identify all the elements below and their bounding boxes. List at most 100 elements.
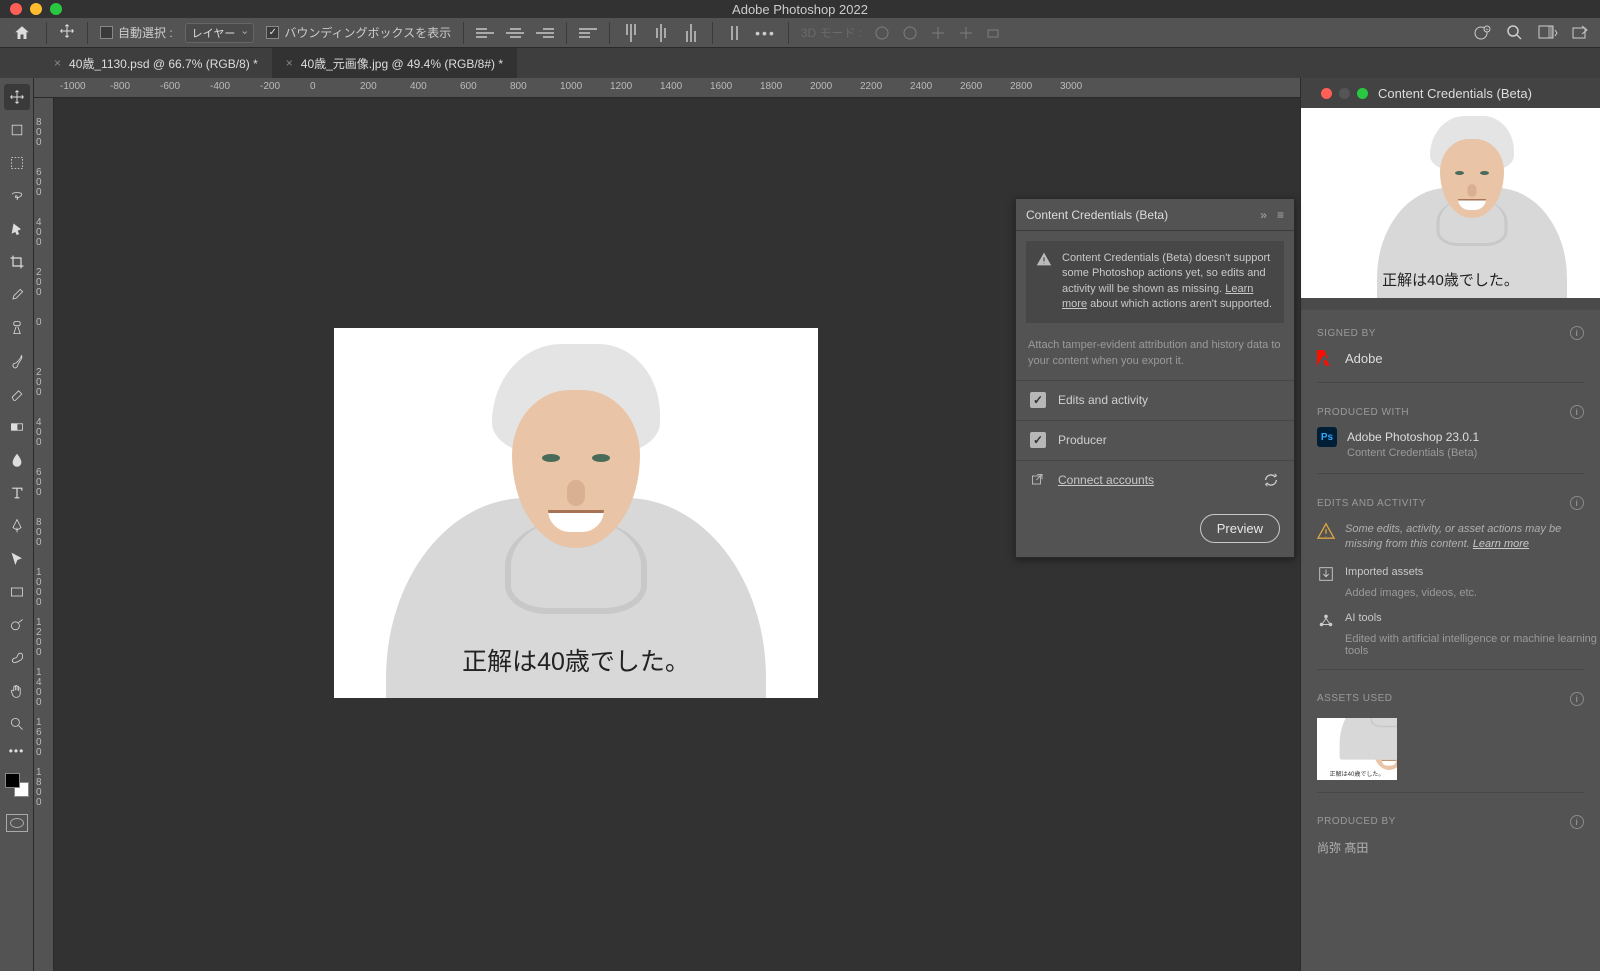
- layer-select[interactable]: レイヤー: [185, 23, 255, 43]
- signed-by-row: Adobe: [1301, 346, 1600, 376]
- distribute-bottom-icon[interactable]: [682, 24, 700, 42]
- checkbox-icon[interactable]: [100, 26, 113, 39]
- checkbox-checked-icon[interactable]: [1030, 392, 1046, 408]
- bounding-box-checkbox[interactable]: バウンディングボックスを表示: [266, 24, 451, 41]
- workspace-switcher-icon[interactable]: [1538, 25, 1558, 41]
- distribute-vcenter-icon[interactable]: [652, 24, 670, 42]
- artboard-tool-icon[interactable]: [4, 117, 30, 143]
- dodge-tool-icon[interactable]: [4, 612, 30, 638]
- panel-title: Content Credentials (Beta): [1026, 208, 1168, 222]
- distribute-h-icon[interactable]: [725, 24, 743, 42]
- lasso-tool-icon[interactable]: [4, 183, 30, 209]
- sidebar-header[interactable]: Content Credentials (Beta): [1301, 78, 1600, 108]
- preview-button[interactable]: Preview: [1200, 514, 1280, 543]
- content-credentials-panel[interactable]: Content Credentials (Beta) » ≡ Content C…: [1015, 198, 1295, 558]
- mac-traffic-lights[interactable]: [0, 3, 62, 15]
- 3d-orbit-icon: [874, 25, 890, 41]
- align-left-icon[interactable]: [476, 24, 494, 42]
- separator: [566, 22, 567, 44]
- search-icon[interactable]: [1506, 24, 1524, 42]
- producer-row[interactable]: Producer: [1016, 420, 1294, 460]
- home-icon[interactable]: [10, 21, 34, 45]
- connect-accounts-label[interactable]: Connect accounts: [1058, 473, 1154, 487]
- close-tab-icon[interactable]: ×: [54, 56, 61, 70]
- move-tool-icon[interactable]: [59, 23, 75, 42]
- brush-tool-icon[interactable]: [4, 348, 30, 374]
- info-icon[interactable]: i: [1570, 815, 1584, 829]
- cloud-doc-icon[interactable]: +: [1474, 24, 1492, 42]
- pen-tool-icon[interactable]: [4, 513, 30, 539]
- assets-used-heading: ASSETS USEDi: [1301, 676, 1600, 712]
- vertical-ruler[interactable]: 8006004002000200400600800100012001400160…: [34, 98, 54, 971]
- 3d-camera-icon: [986, 25, 1002, 41]
- move-tool-icon[interactable]: [4, 84, 30, 110]
- info-icon[interactable]: i: [1570, 692, 1584, 706]
- refresh-icon[interactable]: [1262, 471, 1280, 489]
- more-align-icon[interactable]: •••: [755, 25, 776, 41]
- smudge-tool-icon[interactable]: [4, 645, 30, 671]
- produced-with-value: Adobe Photoshop 23.0.1: [1347, 430, 1479, 444]
- ai-tools-label: AI tools: [1345, 611, 1382, 626]
- document-tab-active[interactable]: × 40歳_元画像.jpg @ 49.4% (RGB/8#) *: [272, 48, 517, 78]
- edit-toolbar-icon[interactable]: •••: [9, 744, 25, 758]
- align-hcenter-icon[interactable]: [506, 24, 524, 42]
- mac-title-bar: Adobe Photoshop 2022: [0, 0, 1600, 18]
- collapse-icon[interactable]: »: [1260, 208, 1267, 222]
- 3d-slide-icon: [958, 25, 974, 41]
- distribute-top-icon[interactable]: [622, 24, 640, 42]
- document-tab[interactable]: × 40歳_1130.psd @ 66.7% (RGB/8) *: [40, 48, 272, 78]
- blur-tool-icon[interactable]: [4, 447, 30, 473]
- info-icon[interactable]: i: [1570, 496, 1584, 510]
- align-right-icon[interactable]: [536, 24, 554, 42]
- checkbox-checked-icon[interactable]: [1030, 432, 1046, 448]
- edits-activity-row[interactable]: Edits and activity: [1016, 380, 1294, 420]
- info-icon[interactable]: i: [1570, 326, 1584, 340]
- tool-panel: •••: [0, 78, 34, 971]
- close-window-icon[interactable]: [10, 3, 22, 15]
- imported-assets-sub: Added images, videos, etc.: [1301, 587, 1600, 599]
- 3d-mode-label: 3D モード :: [801, 24, 862, 41]
- eraser-tool-icon[interactable]: [4, 381, 30, 407]
- eyedropper-tool-icon[interactable]: [4, 282, 30, 308]
- gradient-tool-icon[interactable]: [4, 414, 30, 440]
- marquee-tool-icon[interactable]: [4, 150, 30, 176]
- panel-menu-icon[interactable]: ≡: [1277, 208, 1284, 222]
- fg-bg-color[interactable]: [5, 773, 29, 797]
- zoom-tool-icon[interactable]: [4, 711, 30, 737]
- minimize-window-icon[interactable]: [30, 3, 42, 15]
- content-credentials-sidebar: Content Credentials (Beta) 正解は40歳でした。 SI…: [1300, 78, 1600, 971]
- checkbox-checked-icon[interactable]: [266, 26, 279, 39]
- warning-icon: [1317, 522, 1335, 540]
- produced-by-heading: PRODUCED BYi: [1301, 799, 1600, 835]
- produced-by-value: 尚弥 髙田: [1317, 839, 1368, 856]
- share-icon[interactable]: [1572, 25, 1590, 41]
- minimize-panel-icon[interactable]: [1339, 88, 1350, 99]
- quick-mask-icon[interactable]: [6, 814, 28, 832]
- info-icon[interactable]: i: [1570, 405, 1584, 419]
- close-tab-icon[interactable]: ×: [286, 56, 293, 70]
- close-panel-icon[interactable]: [1321, 88, 1332, 99]
- path-selection-tool-icon[interactable]: [4, 546, 30, 572]
- hand-tool-icon[interactable]: [4, 678, 30, 704]
- edits-activity-label: Edits and activity: [1058, 393, 1148, 407]
- learn-more-link[interactable]: Learn more: [1473, 538, 1529, 550]
- align-top-icon[interactable]: [579, 24, 597, 42]
- rectangle-tool-icon[interactable]: [4, 579, 30, 605]
- type-tool-icon[interactable]: [4, 480, 30, 506]
- edits-heading: EDITS AND ACTIVITYi: [1301, 480, 1600, 516]
- signed-by-heading: SIGNED BYi: [1301, 310, 1600, 346]
- maximize-panel-icon[interactable]: [1357, 88, 1368, 99]
- import-icon: [1317, 565, 1335, 583]
- ai-tools-sub: Edited with artificial intelligence or m…: [1301, 633, 1600, 657]
- crop-tool-icon[interactable]: [4, 249, 30, 275]
- quick-selection-tool-icon[interactable]: [4, 216, 30, 242]
- connect-accounts-row[interactable]: Connect accounts: [1016, 460, 1294, 500]
- producer-label: Producer: [1058, 433, 1107, 447]
- canvas-image[interactable]: 正解は40歳でした。: [334, 328, 818, 698]
- maximize-window-icon[interactable]: [50, 3, 62, 15]
- sidebar-title: Content Credentials (Beta): [1378, 86, 1532, 101]
- horizontal-ruler[interactable]: -1000-800-600-400-2000200400600800100012…: [34, 78, 1300, 98]
- asset-thumbnail[interactable]: 正解は40歳でした。: [1317, 718, 1397, 780]
- auto-select-checkbox[interactable]: 自動選択 :: [100, 24, 173, 41]
- healing-brush-tool-icon[interactable]: [4, 315, 30, 341]
